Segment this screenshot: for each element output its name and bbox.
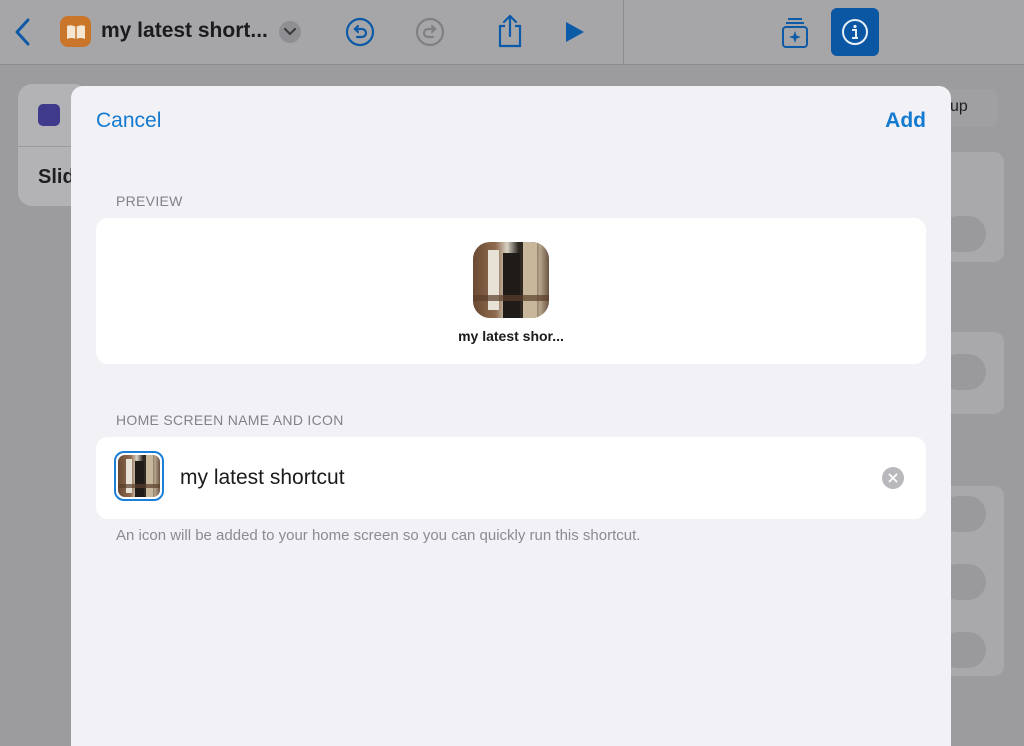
add-to-gallery-icon[interactable]: [776, 14, 814, 52]
background-card-label: Slid: [38, 166, 75, 188]
play-icon[interactable]: [558, 16, 590, 48]
icon-picker-button[interactable]: [114, 451, 164, 501]
chevron-left-icon[interactable]: [8, 16, 36, 48]
add-to-home-sheet: Cancel Add PREVIEW my latest shor... HOM…: [71, 86, 951, 746]
undo-icon[interactable]: [344, 16, 376, 48]
chevron-down-icon[interactable]: [279, 21, 301, 43]
home-section-label: HOME SCREEN NAME AND ICON: [116, 412, 344, 428]
name-and-icon-card: [96, 437, 926, 519]
toolbar: my latest short...: [0, 0, 1024, 65]
redo-icon[interactable]: [414, 16, 446, 48]
hint-text: An icon will be added to your home scree…: [116, 527, 641, 544]
cancel-button[interactable]: Cancel: [96, 109, 161, 133]
home-screen-name-input[interactable]: [180, 455, 870, 501]
preview-card: my latest shor...: [96, 218, 926, 364]
preview-section-label: PREVIEW: [116, 193, 183, 209]
shortcut-title[interactable]: my latest short...: [101, 19, 268, 43]
shortcut-preview-icon: [473, 242, 549, 318]
share-icon[interactable]: [494, 12, 526, 50]
clear-text-icon[interactable]: [882, 467, 904, 489]
split-divider: [623, 0, 624, 64]
add-button[interactable]: Add: [885, 109, 926, 133]
shortcut-icon: [118, 455, 160, 497]
book-icon[interactable]: [60, 16, 91, 47]
preview-name: my latest shor...: [458, 328, 564, 344]
info-icon[interactable]: [831, 8, 879, 56]
action-icon: [38, 104, 60, 126]
